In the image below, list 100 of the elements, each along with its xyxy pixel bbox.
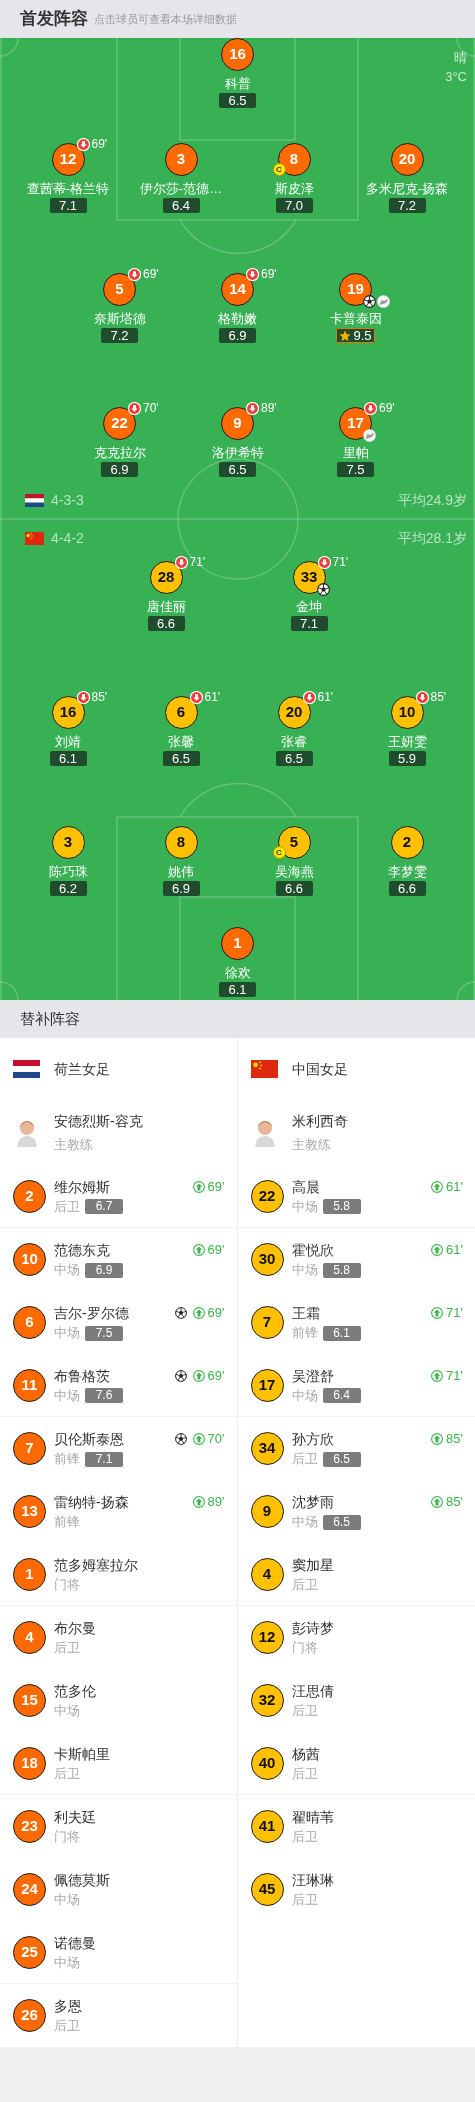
player-name: 范多伦: [54, 1682, 96, 1701]
player-row[interactable]: 6 吉尔-罗尔德 中场 7.5 69': [0, 1291, 237, 1354]
player-position: 后卫: [291, 1451, 318, 1467]
player-row[interactable]: 41 翟晴苇 后卫: [237, 1795, 475, 1858]
team-name: 荷兰女足: [54, 1059, 110, 1079]
player-number: 26: [13, 1999, 46, 2032]
player-marker[interactable]: 20: [277, 696, 311, 729]
player-row[interactable]: 1 范多姆塞拉尔 门将: [0, 1543, 237, 1606]
player-marker[interactable]: 28: [149, 561, 183, 594]
player-rating: 6.9: [85, 1262, 123, 1278]
player-row[interactable]: 26 多恩 后卫: [0, 1984, 237, 2047]
player-row[interactable]: 17 吴澄舒 中场 6.4 71': [237, 1354, 475, 1417]
substituted-on-icon: [431, 1243, 444, 1256]
player-row[interactable]: 22 高晨 中场 5.8 61': [237, 1165, 475, 1228]
substituted-off-icon: [246, 401, 259, 415]
formation-text: 4-3-3: [51, 490, 84, 510]
player-row[interactable]: 24 佩德莫斯 中场: [0, 1858, 237, 1921]
substitution-minute: 89': [207, 1493, 225, 1511]
player-row[interactable]: 30 霍悦欣 中场 5.8 61': [237, 1228, 475, 1291]
coach-avatar: [254, 1118, 275, 1147]
player-position: 后卫: [54, 1198, 80, 1215]
player-row[interactable]: 12 彭诗梦 门将: [237, 1606, 475, 1669]
substituted-off-icon: [174, 555, 188, 569]
player-position: 后卫: [291, 1892, 318, 1908]
player-row[interactable]: 18 卡斯帕里 后卫: [0, 1732, 237, 1795]
captain-badge: C: [272, 163, 286, 176]
substitution-minute: 89': [261, 401, 277, 415]
substitution-minute: 71': [446, 1367, 463, 1385]
player-row[interactable]: 4 窦加星 后卫: [237, 1543, 475, 1606]
player-number: 12: [250, 1621, 284, 1654]
substituted-on-icon: [192, 1369, 205, 1382]
player-number: 10: [13, 1243, 46, 1276]
player-position: 后卫: [54, 2018, 80, 2034]
player-name: 格勒嫩: [218, 310, 257, 327]
player-row[interactable]: 32 汪思倩 后卫: [237, 1669, 475, 1732]
player-rating: 6.1: [219, 982, 256, 997]
player-row[interactable]: 45 汪琳琳 后卫: [237, 1858, 475, 1921]
player-row[interactable]: 7 王霜 前锋 6.1 71': [237, 1291, 475, 1354]
player-position: 中场: [54, 1262, 80, 1278]
player-number: 13: [13, 1495, 46, 1528]
player-name: 王妍雯: [387, 733, 427, 750]
player-name: 克克拉尔: [93, 444, 146, 461]
player-row[interactable]: 34 孙方欣 后卫 6.5 85': [237, 1417, 475, 1480]
player-row[interactable]: 23 利夫廷 门将: [0, 1795, 237, 1858]
player-row[interactable]: 10 范德东克 中场 6.9 69': [0, 1228, 237, 1291]
player-row[interactable]: 13 雷纳特-扬森 前锋 89': [0, 1480, 237, 1543]
substitution-minute: 71': [446, 1304, 463, 1322]
substituted-on-icon: [192, 1306, 205, 1319]
player-position: 中场: [291, 1514, 318, 1530]
player-name: 孙方欣: [291, 1430, 335, 1449]
player-number: 23: [13, 1810, 46, 1843]
player-number: 2: [13, 1179, 46, 1213]
player-name: 贝伦斯泰恩: [54, 1430, 124, 1449]
player-marker[interactable]: 3: [51, 826, 85, 859]
player-row[interactable]: 25 诺德曼 中场: [0, 1921, 237, 1984]
player-row[interactable]: 11 布鲁格茨 中场 7.6 69': [0, 1354, 237, 1417]
substitution-minute: 61': [446, 1241, 463, 1259]
player-marker[interactable]: 6: [164, 696, 198, 729]
player-number: 22: [250, 1179, 284, 1213]
player-rating: 7.6: [85, 1388, 123, 1403]
player-rating: 6.5: [219, 93, 256, 108]
player-rating: 7.1: [290, 616, 328, 631]
player-rating: 5.8: [322, 1262, 361, 1278]
player-marker[interactable]: 8: [164, 826, 198, 859]
player-position: 中场: [54, 1954, 80, 1971]
player-row[interactable]: 40 杨茜 后卫: [237, 1732, 475, 1795]
player-name: 霍悦欣: [291, 1241, 335, 1260]
player-rating: 6.5: [162, 751, 200, 766]
substitution-minute: 61': [317, 690, 334, 704]
player-number: 30: [250, 1243, 284, 1276]
coach-name: 米利西奇: [291, 1111, 348, 1131]
substituted-off-icon: [246, 267, 259, 281]
player-name: 张馨: [168, 733, 194, 750]
player-row[interactable]: 7 贝伦斯泰恩 前锋 7.1 70': [0, 1417, 237, 1480]
substituted-on-icon: [192, 1180, 205, 1193]
player-marker[interactable]: 10: [390, 696, 424, 729]
player-row[interactable]: 2 维尔姆斯 后卫 6.7 69': [0, 1165, 237, 1228]
player-number: 15: [13, 1684, 46, 1717]
player-rating: 9.5: [336, 328, 375, 343]
star-icon: [339, 329, 352, 342]
player-row[interactable]: 4 布尔曼 后卫: [0, 1606, 237, 1669]
player-position: 中场: [291, 1198, 318, 1215]
player-name: 范多姆塞拉尔: [54, 1555, 138, 1575]
player-row[interactable]: 9 沈梦雨 中场 6.5 85': [237, 1480, 475, 1543]
player-rating: 6.6: [388, 881, 426, 896]
player-marker[interactable]: 16: [51, 696, 85, 729]
substitution-minute: 85': [91, 690, 108, 704]
player-position: 后卫: [54, 1640, 80, 1656]
player-row[interactable]: 15 范多伦 中场: [0, 1669, 237, 1732]
player-marker[interactable]: 2: [390, 826, 424, 859]
player-name: 科普: [224, 75, 251, 92]
player-name: 雷纳特-扬森: [54, 1493, 129, 1512]
player-number: 7: [250, 1306, 284, 1339]
player-rating: 6.9: [219, 328, 256, 343]
substitution-minute: 85': [446, 1493, 463, 1511]
player-rating: 6.4: [322, 1388, 361, 1403]
player-rating: 7.5: [337, 462, 374, 477]
player-rating: 5.9: [388, 751, 426, 766]
player-name: 范德东克: [54, 1241, 111, 1260]
substitution-minute: 69': [91, 137, 108, 151]
